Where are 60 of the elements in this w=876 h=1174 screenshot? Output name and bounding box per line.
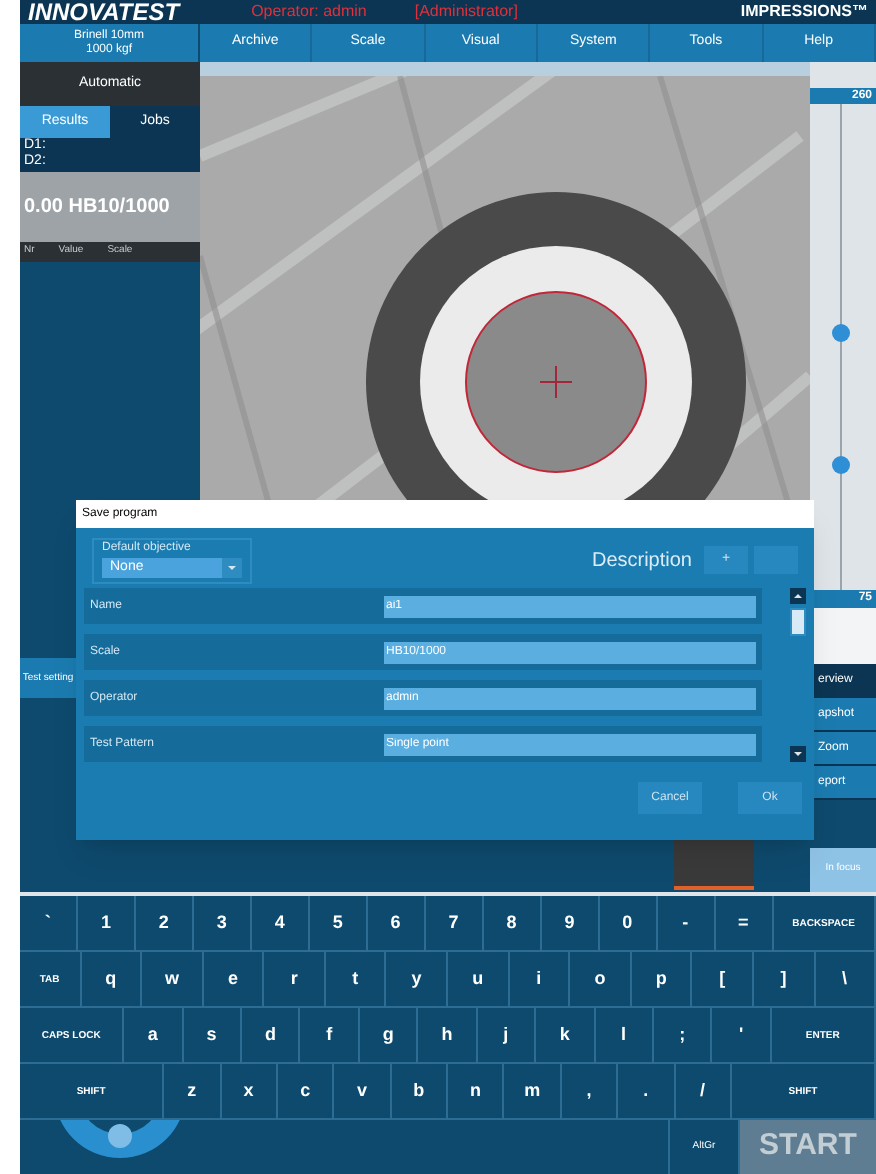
preview-panel (810, 608, 876, 664)
keyboard-key[interactable]: r (264, 952, 326, 1006)
keyboard-key[interactable]: 6 (367, 896, 426, 950)
role-label: [Administrator] (414, 0, 518, 24)
slider-handle[interactable] (832, 455, 850, 473)
keyboard-key[interactable]: , (561, 1064, 619, 1118)
keyboard-key[interactable]: ' (712, 1008, 772, 1062)
keyboard-key[interactable]: h (418, 1008, 478, 1062)
keyboard-key[interactable]: 4 (251, 896, 310, 950)
keyboard-key[interactable]: l (595, 1008, 654, 1062)
keyboard-key[interactable]: n (448, 1064, 505, 1118)
keyboard-key[interactable]: 8 (483, 896, 542, 950)
caret-icon (222, 557, 242, 577)
keyboard-key[interactable]: 1 (77, 896, 136, 950)
keyboard-key[interactable]: 2 (135, 896, 194, 950)
keyboard-key[interactable]: - (657, 896, 716, 950)
keyboard-key[interactable]: y (386, 952, 449, 1006)
keyboard-key[interactable]: 5 (309, 896, 368, 950)
keyboard-key[interactable]: j (477, 1008, 537, 1062)
keyboard-key[interactable]: p (631, 952, 693, 1006)
keyboard-key[interactable]: k (536, 1008, 596, 1062)
keyboard-key[interactable]: d (242, 1008, 301, 1062)
slider-handle[interactable] (832, 323, 850, 342)
keyboard-key[interactable]: 7 (425, 896, 484, 950)
keyboard-key[interactable]: u (448, 952, 510, 1006)
keyboard-key[interactable]: f (300, 1008, 360, 1062)
keyboard-key[interactable]: . (618, 1064, 676, 1118)
keyboard-key[interactable]: q (81, 952, 143, 1006)
keyboard-key[interactable]: x (221, 1064, 278, 1118)
logo: INNOVATEST (28, 0, 180, 24)
keyboard-key[interactable]: / (675, 1064, 732, 1118)
keyboard-key[interactable]: ] (753, 952, 816, 1006)
keyboard-key[interactable]: 0 (599, 896, 658, 950)
operator-label: Operator: admin (251, 0, 367, 24)
keyboard-key[interactable]: b (391, 1064, 449, 1118)
keyboard-key[interactable]: 3 (193, 896, 252, 950)
scrollbar-thumb[interactable] (790, 608, 806, 636)
keyboard-key[interactable]: t (325, 952, 387, 1006)
keyboard-key[interactable]: ` (20, 896, 78, 950)
keyboard-key[interactable]: w (142, 952, 204, 1006)
keyboard-key[interactable]: = (715, 896, 774, 950)
scroll-down-icon[interactable] (790, 746, 806, 762)
keyboard-key[interactable]: m (504, 1064, 562, 1118)
keyboard-key[interactable]: e (203, 952, 265, 1006)
description-label: Description (591, 547, 692, 575)
keyboard-key[interactable]: 9 (541, 896, 600, 950)
keyboard-key[interactable]: z (164, 1064, 222, 1118)
keyboard-key[interactable]: ; (653, 1008, 713, 1062)
keyboard-key[interactable]: a (124, 1008, 184, 1062)
keyboard-key[interactable]: v (334, 1064, 392, 1118)
keyboard-key[interactable]: \ (815, 952, 876, 1006)
keyboard-key[interactable]: c (277, 1064, 335, 1118)
keyboard-key[interactable]: [ (692, 952, 754, 1006)
keyboard-key[interactable]: o (570, 952, 632, 1006)
scroll-up-icon[interactable] (790, 588, 806, 604)
product-label: IMPRESSIONS™ (740, 0, 868, 24)
keyboard-key[interactable]: i (509, 952, 571, 1006)
keyboard-key[interactable]: s (183, 1008, 243, 1062)
result-value: 0.00 HB10/1000 (24, 194, 170, 222)
keyboard-key[interactable]: g (359, 1008, 419, 1062)
